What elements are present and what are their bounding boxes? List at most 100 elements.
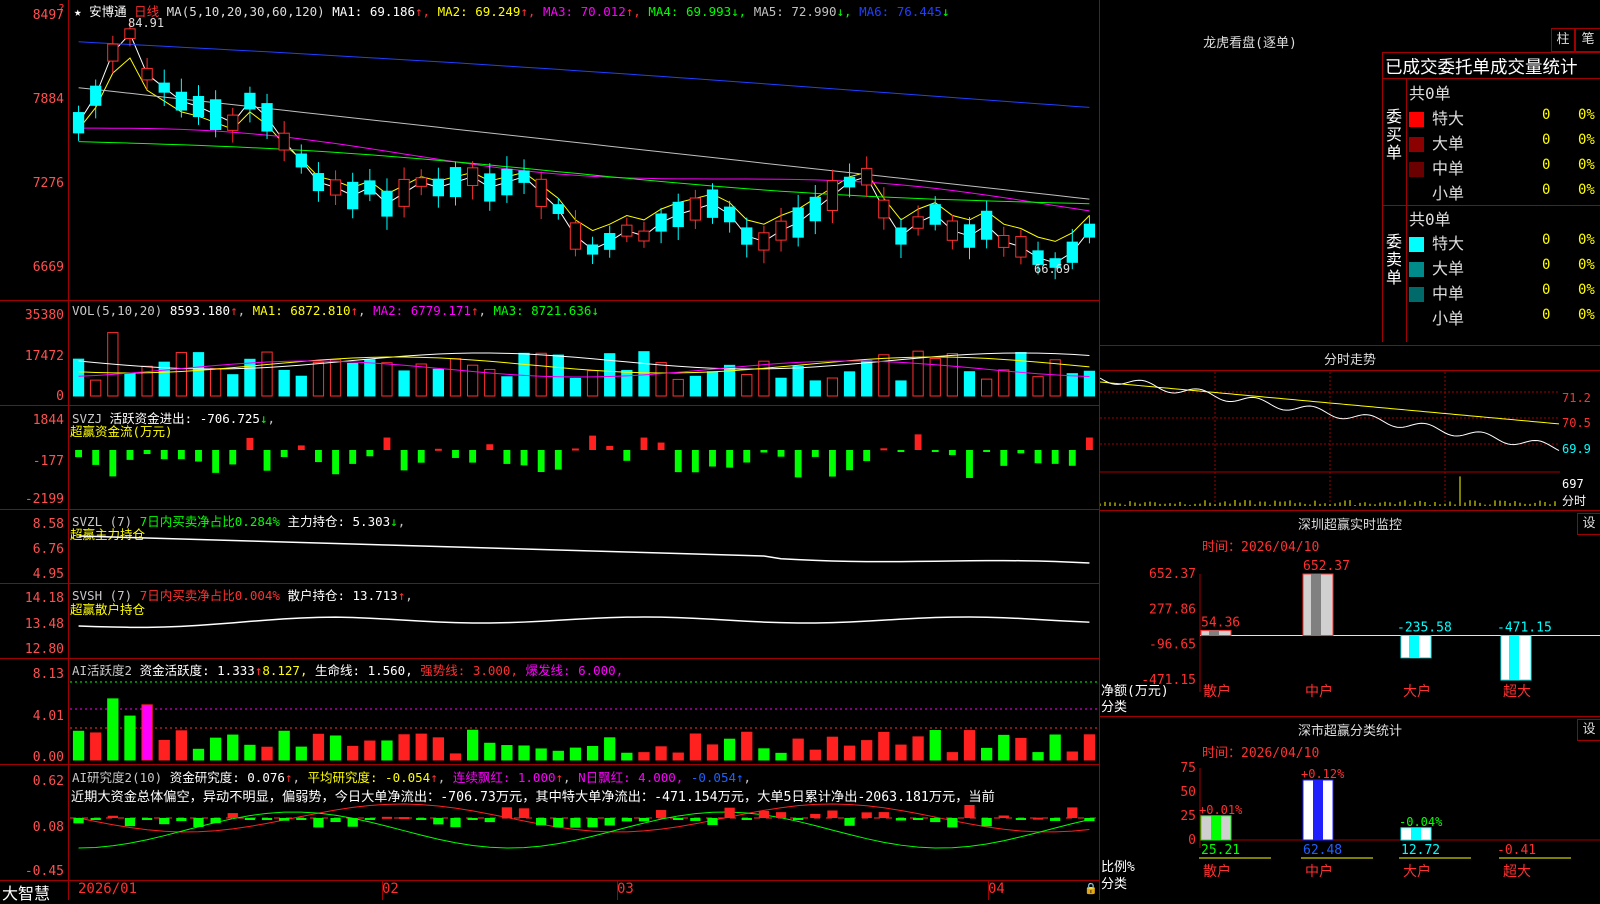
buy-side-label: 委买单 (1386, 107, 1403, 162)
activity-bar (1032, 752, 1044, 761)
research-bar (1015, 818, 1027, 820)
class-y-label: 50 (1180, 785, 1196, 800)
volume-bar (398, 370, 410, 397)
flow-bar (109, 450, 117, 477)
class-time: 时间：2026/04/10 (1202, 746, 1320, 761)
volume-chart[interactable] (70, 316, 1098, 398)
flow-bar (92, 450, 100, 465)
ai1-y-label: 0.00 (32, 750, 64, 765)
research-bar (450, 818, 461, 828)
class-pct: +0.12% (1301, 767, 1345, 781)
research-bar (587, 818, 598, 828)
class-settings-button[interactable]: 设 (1577, 719, 1600, 741)
candle-body (278, 132, 290, 151)
research-bar (159, 818, 170, 825)
volume-bar (586, 370, 599, 397)
activity-bar (175, 730, 188, 761)
order-label: 大单 (1432, 259, 1465, 278)
research-bar (775, 812, 787, 818)
research-bar (433, 818, 444, 825)
volume-bar (329, 359, 342, 397)
table-border (1406, 78, 1407, 342)
candle-body (1066, 241, 1078, 263)
candle-body (1015, 236, 1027, 258)
candle-body (364, 180, 376, 195)
sell-total: 共0单 (1409, 210, 1451, 229)
volume-bar (466, 364, 479, 397)
buy-total: 共0单 (1409, 84, 1451, 103)
volume-bar (980, 378, 993, 397)
sep (1100, 345, 1600, 346)
class-y-label: 75 (1180, 761, 1196, 776)
svzl-chart[interactable] (70, 530, 1098, 582)
flow-bar (760, 450, 768, 453)
activity-bar (861, 740, 873, 761)
volume-bar (963, 371, 976, 397)
ai-research-chart[interactable] (70, 800, 1098, 878)
lock-icon[interactable]: 🔒 (1084, 882, 1098, 895)
flow-bar (486, 444, 494, 450)
candle-body (775, 220, 787, 241)
activity-bar (72, 730, 85, 761)
main-y-label: 8497 (32, 8, 64, 23)
ai2-nday: N日飘红: 4.000, (578, 770, 684, 785)
candle-body (706, 189, 719, 218)
flow-bar (623, 450, 631, 461)
svzj-y-label: -2199 (24, 492, 64, 507)
order-count: 0 (1542, 307, 1551, 323)
class-bar-chart[interactable]: 75 50 25 0 +0.01% 25.21 散户 +0.12% 62.48 中户 -0.04% 1… (1100, 760, 1600, 900)
monitor-y-label: -96.65 (1149, 638, 1196, 653)
candle-body (1083, 223, 1096, 238)
research-bar (536, 818, 547, 826)
activity-bar (638, 752, 650, 761)
flow-bar (417, 450, 425, 463)
flow-bar (948, 450, 956, 456)
volume-bar (569, 377, 582, 397)
research-bar (964, 804, 975, 818)
monitor-value: -235.58 (1397, 621, 1452, 636)
flow-bar (177, 450, 185, 460)
activity-bar (912, 736, 924, 761)
candle-body (432, 178, 445, 197)
monitor-settings-button[interactable]: 设 (1577, 513, 1600, 535)
tick-view-button[interactable]: 笔 (1575, 28, 1600, 52)
volume-bar (826, 377, 839, 397)
activity-bar (278, 730, 290, 761)
candlestick-chart[interactable] (70, 14, 1098, 298)
order-label: 中单 (1432, 284, 1465, 303)
monitor-value: -471.15 (1497, 621, 1552, 636)
volume-bar (227, 374, 239, 397)
candle-body (347, 181, 359, 210)
flow-bar (726, 450, 734, 468)
flow-bar (400, 450, 408, 471)
category-label: 大户 (1403, 683, 1431, 700)
flow-bar (709, 450, 716, 467)
research-bar (124, 818, 136, 827)
pane-sep-4 (0, 583, 1100, 584)
flow-bar (160, 450, 168, 460)
activity-bar (775, 752, 787, 761)
activity-bar (998, 734, 1010, 761)
vol-y-label: 35380 (24, 308, 64, 323)
volume-bar (72, 358, 85, 397)
candle-body (158, 82, 170, 93)
category-label: 中户 (1305, 863, 1333, 880)
research-bar (1050, 818, 1061, 821)
activity-bar (826, 736, 839, 761)
column-view-button[interactable]: 柱 (1551, 28, 1575, 52)
ai-activity-chart[interactable] (70, 672, 1098, 762)
xtick (382, 880, 383, 900)
activity-bar (518, 745, 530, 761)
flow-bar (143, 450, 151, 455)
svsh-chart[interactable] (70, 604, 1098, 656)
swatch-icon (1409, 262, 1424, 277)
monitor-bar-chart[interactable]: 652.37 277.86 -96.65 -471.15 54.36 散户 652.37 中户… (1100, 556, 1600, 716)
research-bar (73, 818, 84, 824)
svzj-y-label: -177 (32, 454, 64, 469)
candle-body (758, 232, 770, 251)
flow-bar (1051, 450, 1059, 464)
svzj-chart[interactable] (70, 430, 1098, 506)
ai2-last: -0.054 (690, 770, 737, 785)
intraday-chart[interactable] (1100, 372, 1560, 508)
flow-bar (966, 450, 973, 478)
